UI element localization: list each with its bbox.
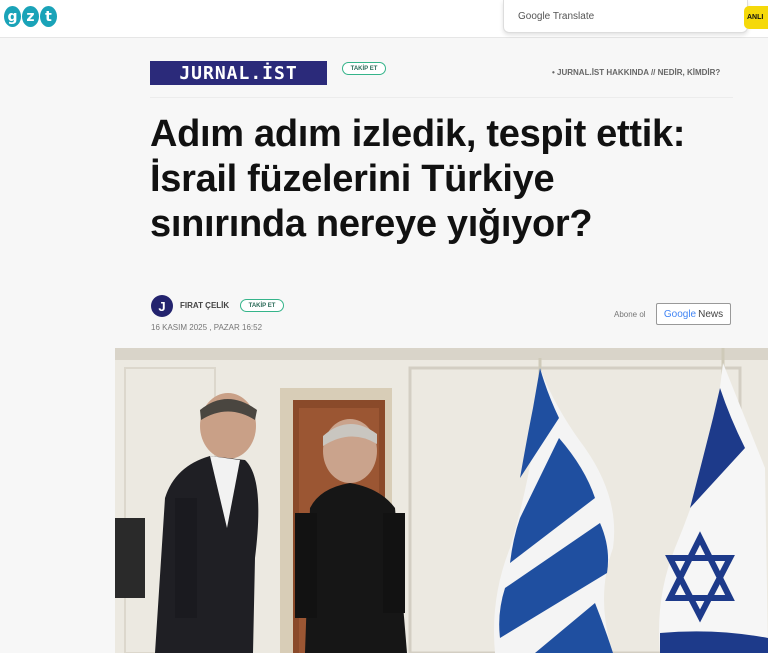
google-news-button[interactable]: Google News [656, 303, 731, 325]
top-bar: g z t Google Translate ANLI [0, 0, 768, 38]
translate-label: Google Translate [518, 11, 595, 22]
about-link[interactable]: • JURNAL.İST HAKKINDA // NEDİR, KİMDİR? [552, 68, 720, 77]
logo-letter: z [22, 6, 39, 27]
live-button[interactable]: ANLI [744, 6, 768, 29]
follow-author-button[interactable]: TAKİP ET [240, 299, 284, 312]
article-headline: Adım adım izledik, tespit ettik: İsrail … [150, 113, 686, 245]
logo-letter: t [40, 6, 57, 27]
divider [150, 97, 733, 98]
google-wordmark: Google [663, 308, 697, 320]
news-label: News [698, 308, 724, 320]
logo-letter: g [4, 6, 21, 27]
subscribe-label: Abone ol [614, 310, 646, 319]
article-photo [115, 348, 768, 653]
author-name[interactable]: FIRAT ÇELİK [180, 301, 229, 310]
brand-logo[interactable]: JURNAL.İST [150, 61, 327, 85]
google-translate-widget[interactable]: Google Translate [503, 0, 748, 33]
author-avatar[interactable]: J [151, 295, 173, 317]
follow-brand-button[interactable]: TAKİP ET [342, 62, 386, 75]
site-logo[interactable]: g z t [4, 6, 57, 27]
brand-text: JURNAL.İST [179, 62, 298, 84]
publish-date: 16 KASIM 2025 , PAZAR 16:52 [151, 323, 263, 332]
